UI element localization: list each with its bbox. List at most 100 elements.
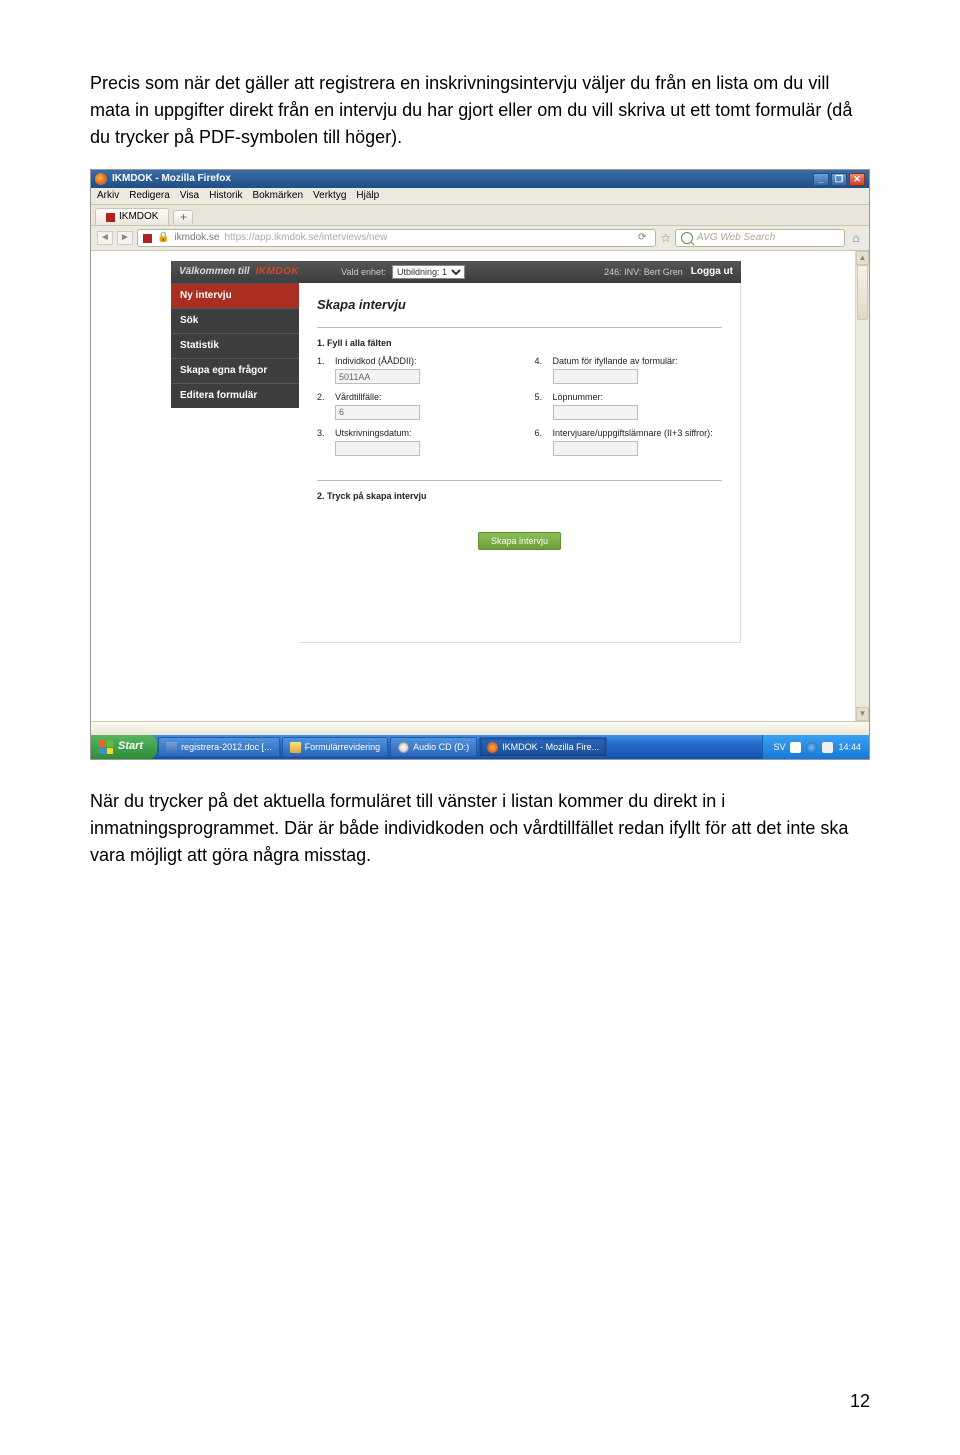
new-tab-button[interactable]: + [173,210,193,224]
favicon-icon [106,213,115,222]
field-label: Intervjuare/uppgiftslämnare (II+3 siffro… [553,428,713,438]
logout-link[interactable]: Logga ut [691,266,733,278]
forward-button[interactable]: ► [117,231,133,245]
search-input[interactable]: AVG Web Search [675,229,845,247]
individkod-input[interactable] [335,369,420,384]
field-label: Utskrivningsdatum: [335,428,412,438]
task-item-audio-cd[interactable]: Audio CD (D:) [390,737,477,757]
sidebar-item-editera-formular[interactable]: Editera formulär [171,383,299,408]
browser-window: IKMDOK - Mozilla Firefox _ ❐ ✕ Arkiv Red… [90,169,870,760]
home-icon[interactable]: ⌂ [849,231,863,245]
field-vardtillfalle: 2. Vårdtillfälle: [317,392,505,420]
tray-icon[interactable] [806,742,817,753]
minimize-button[interactable]: _ [813,173,829,186]
field-lopnummer: 5. Löpnummer: [535,392,723,420]
user-info: 246: INV: Bert Gren [604,267,683,278]
page-viewport: Välkommen till IKMDOK Vald enhet: Utbild… [91,251,869,721]
menu-visa[interactable]: Visa [180,190,199,202]
tray-icon[interactable] [822,742,833,753]
menu-hjalp[interactable]: Hjälp [356,190,379,202]
skapa-intervju-panel: Skapa intervju 1. Fyll i alla fälten 1. [299,283,741,643]
intervjuare-input[interactable] [553,441,638,456]
skapa-intervju-button[interactable]: Skapa intervju [478,532,561,550]
windows-logo-icon [99,740,113,754]
field-datum-ifyllande: 4. Datum för ifyllande av formulär: [535,356,723,384]
url-path: https://app.ikmdok.se/interviews/new [224,232,387,244]
sidebar-item-sok[interactable]: Sök [171,308,299,333]
tab-label: IKMDOK [119,211,158,223]
tab-ikmdok[interactable]: IKMDOK [95,208,169,225]
scrollbar[interactable]: ▲ ▼ [855,251,869,721]
bookmark-star-icon[interactable]: ☆ [660,231,671,245]
scroll-thumb[interactable] [857,265,868,320]
field-intervjuare: 6. Intervjuare/uppgiftslämnare (II+3 sif… [535,428,723,456]
word-icon [166,742,177,753]
vald-enhet-select[interactable]: Utbildning: 1 [392,265,465,279]
app-brand-pre: Välkommen till [179,266,250,278]
menu-arkiv[interactable]: Arkiv [97,190,119,202]
search-icon [681,232,693,244]
menu-redigera[interactable]: Redigera [129,190,170,202]
menu-bokmarken[interactable]: Bokmärken [252,190,303,202]
vardtillfalle-input[interactable] [335,405,420,420]
panel-heading: Skapa intervju [317,297,722,313]
task-item-doc[interactable]: registrera-2012.doc [... [158,737,280,757]
menu-historik[interactable]: Historik [209,190,242,202]
sidebar-item-statistik[interactable]: Statistik [171,333,299,358]
window-title: IKMDOK - Mozilla Firefox [112,173,231,185]
url-host: ikmdok.se [174,232,219,244]
clock[interactable]: 14:44 [838,742,861,753]
task-item-folder[interactable]: Formulärrevidering [282,737,389,757]
status-bar [91,721,869,735]
field-label: Löpnummer: [553,392,604,402]
task-item-firefox[interactable]: IKMDOK - Mozilla Fire... [479,737,607,757]
tray-icon[interactable] [790,742,801,753]
menu-verktyg[interactable]: Verktyg [313,190,346,202]
app-header: Välkommen till IKMDOK Vald enhet: Utbild… [171,261,741,283]
lang-indicator[interactable]: SV [773,742,785,753]
intro-paragraph: Precis som när det gäller att registrera… [90,70,870,151]
start-label: Start [118,740,143,753]
url-input[interactable]: 🔒 ikmdok.se https://app.ikmdok.se/interv… [137,229,656,247]
folder-icon [290,742,301,753]
app-brand-name: IKMDOK [256,266,300,278]
close-button[interactable]: ✕ [849,173,865,186]
firefox-task-icon [487,742,498,753]
scroll-up-icon[interactable]: ▲ [856,251,869,265]
address-bar: ◄ ► 🔒 ikmdok.se https://app.ikmdok.se/in… [91,226,869,251]
menu-bar: Arkiv Redigera Visa Historik Bokmärken V… [91,188,869,205]
vald-enhet-label: Vald enhet: [341,267,386,278]
scroll-down-icon[interactable]: ▼ [856,707,869,721]
utskrivningsdatum-input[interactable] [335,441,420,456]
page-number: 12 [850,1388,870,1415]
field-utskrivningsdatum: 3. Utskrivningsdatum: [317,428,505,456]
firefox-icon [95,173,107,185]
divider [317,480,722,481]
window-controls: _ ❐ ✕ [813,173,865,186]
step1-label: 1. Fyll i alla fälten [317,338,722,349]
maximize-button[interactable]: ❐ [831,173,847,186]
site-favicon-icon [143,234,152,243]
reload-icon[interactable]: ⟳ [634,232,650,244]
outro-paragraph: När du trycker på det aktuella formuläre… [90,788,870,869]
disc-icon [398,742,409,753]
field-label: Vårdtillfälle: [335,392,382,402]
window-titlebar: IKMDOK - Mozilla Firefox _ ❐ ✕ [91,170,869,188]
tab-strip: IKMDOK + [91,205,869,226]
back-button[interactable]: ◄ [97,231,113,245]
datum-ifyllande-input[interactable] [553,369,638,384]
main-panel-wrap: Skapa intervju 1. Fyll i alla fälten 1. [299,283,741,643]
lock-icon: 🔒 [157,232,169,244]
taskbar: Start registrera-2012.doc [... Formulärr… [91,735,869,759]
lopnummer-input[interactable] [553,405,638,420]
divider [317,327,722,328]
start-button[interactable]: Start [91,735,157,759]
sidebar-item-ny-intervju[interactable]: Ny intervju [171,283,299,308]
search-placeholder: AVG Web Search [697,232,775,244]
system-tray: SV 14:44 [762,735,869,759]
step2-label: 2. Tryck på skapa intervju [317,491,722,502]
field-label: Datum för ifyllande av formulär: [553,356,678,366]
sidebar: Ny intervju Sök Statistik Skapa egna frå… [171,283,299,643]
field-label: Individkod (ÅÅDDII): [335,356,417,366]
sidebar-item-skapa-egna-fragor[interactable]: Skapa egna frågor [171,358,299,383]
